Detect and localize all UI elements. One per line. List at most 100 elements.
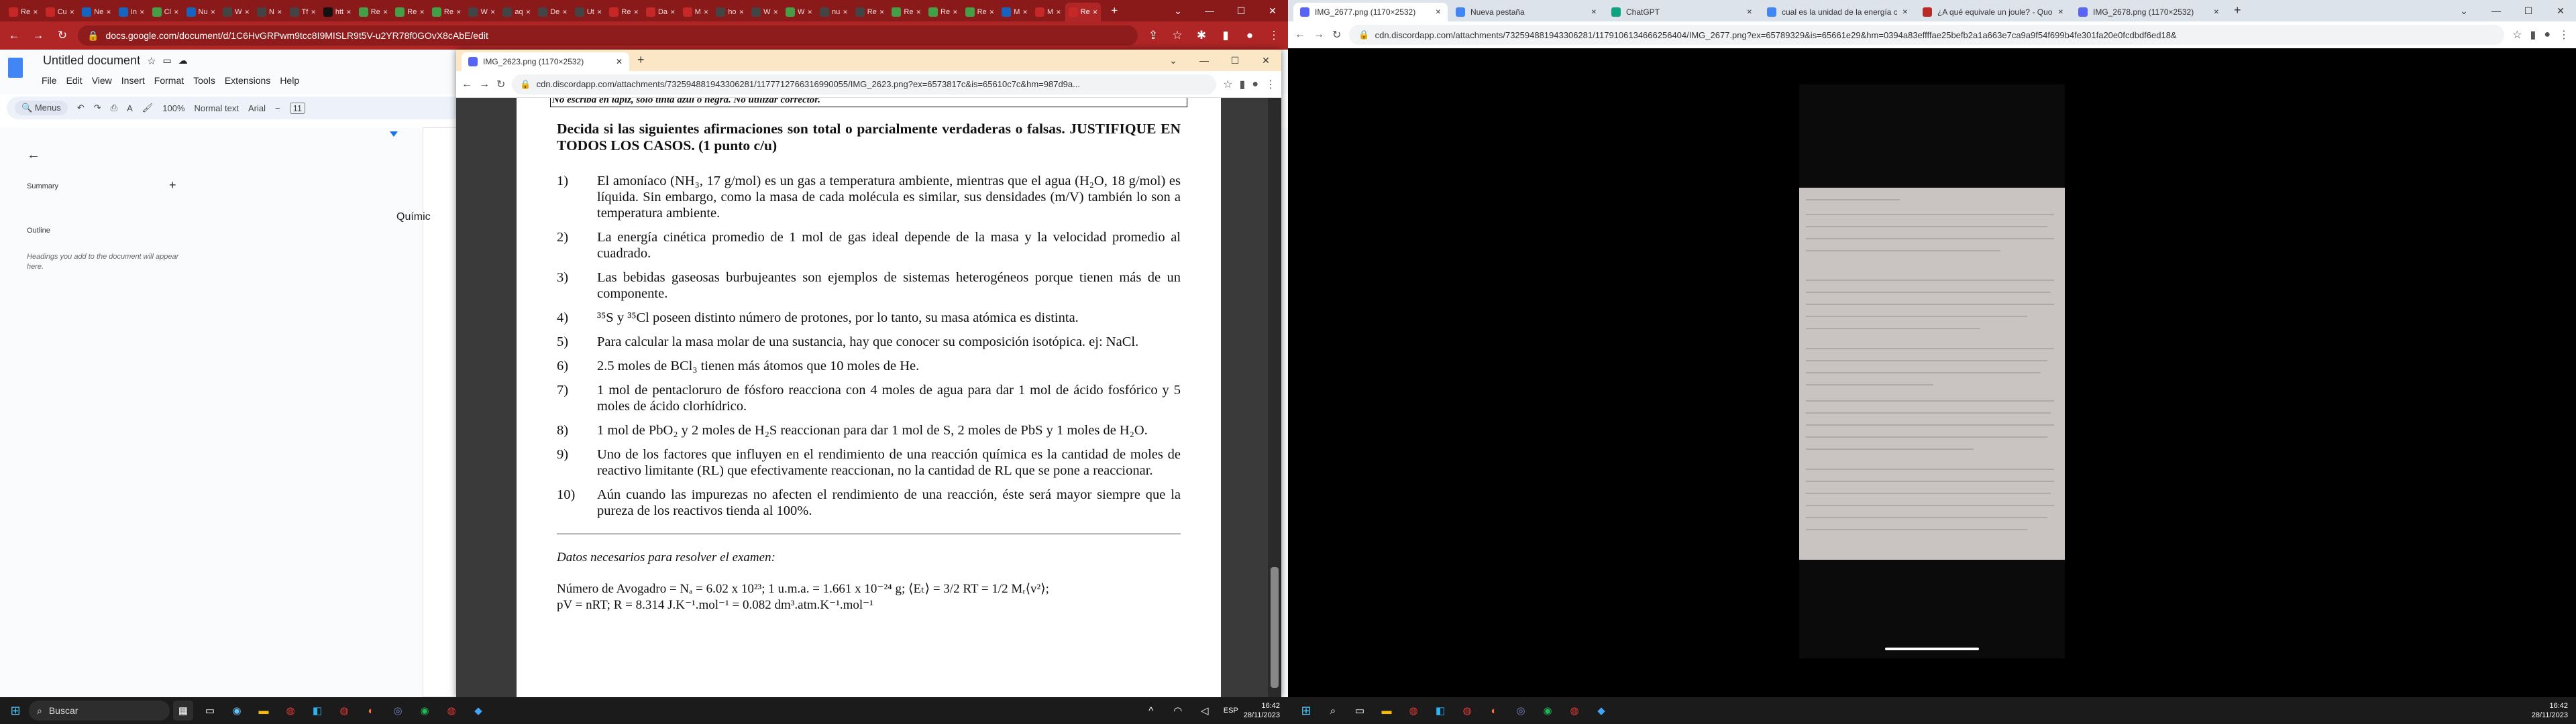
tab-close-icon[interactable]: ✕ xyxy=(807,9,812,16)
viewer-reload-icon[interactable]: ↻ xyxy=(496,78,505,91)
file-explorer-icon[interactable]: ▬ xyxy=(254,701,274,721)
task-view-icon[interactable]: ▭ xyxy=(200,701,220,721)
store-icon[interactable]: ◆ xyxy=(468,701,488,721)
left-tab[interactable]: Cu ✕ xyxy=(42,3,78,21)
right-forward-icon[interactable]: → xyxy=(1313,29,1324,41)
left-tab[interactable]: Da ✕ xyxy=(643,3,679,21)
left-tab[interactable]: Re ✕ xyxy=(888,3,924,21)
tab-close-icon[interactable]: ✕ xyxy=(70,9,75,16)
docs-menu-item[interactable]: Insert xyxy=(121,75,145,86)
left-tab[interactable]: Tf ✕ xyxy=(286,3,319,21)
left-tab[interactable]: Re ✕ xyxy=(852,3,888,21)
right-spotify-icon[interactable]: ◉ xyxy=(1538,701,1558,721)
chrome-icon-3[interactable]: ◍ xyxy=(441,701,462,721)
viewer-sidepanel-icon[interactable]: ▮ xyxy=(1240,78,1246,91)
tab-close-icon[interactable]: ✕ xyxy=(33,9,38,16)
tab-close-icon[interactable]: ✕ xyxy=(490,9,496,16)
left-tab[interactable]: Re ✕ xyxy=(606,3,642,21)
tab-close-icon[interactable]: ✕ xyxy=(670,9,676,16)
right-tab[interactable]: ¿A qué equivale un joule? - Quora ✕ xyxy=(1916,3,2070,21)
undo-icon[interactable]: ↶ xyxy=(77,103,85,113)
chrome-icon-1[interactable]: ◍ xyxy=(280,701,301,721)
zoom-select[interactable]: 100% xyxy=(162,103,184,113)
tab-close-icon[interactable]: ✕ xyxy=(1022,9,1028,16)
viewer-bookmark-icon[interactable]: ☆ xyxy=(1223,78,1232,91)
left-tab[interactable]: Re ✕ xyxy=(925,3,961,21)
left-tab[interactable]: ho ✕ xyxy=(712,3,747,21)
star-icon[interactable]: ☆ xyxy=(147,55,156,67)
right-app-icon[interactable]: ◐ xyxy=(1484,701,1504,721)
left-tab[interactable]: M ✕ xyxy=(1032,3,1065,21)
tab-close-icon[interactable]: ✕ xyxy=(346,9,352,16)
tab-close-icon[interactable]: ✕ xyxy=(311,9,316,16)
sidepanel-icon[interactable]: ▮ xyxy=(1217,29,1234,42)
right-search-icon[interactable]: ⌕ xyxy=(1323,701,1343,721)
tab-search-icon[interactable]: ⌄ xyxy=(1163,0,1193,21)
docs-logo-icon[interactable] xyxy=(8,58,23,78)
left-tab[interactable]: htt ✕ xyxy=(320,3,355,21)
docs-menu-item[interactable]: Edit xyxy=(66,75,83,86)
spotify-icon[interactable]: ◉ xyxy=(415,701,435,721)
right-close-button[interactable]: ✕ xyxy=(2545,0,2576,21)
left-tab[interactable]: Ne ✕ xyxy=(78,3,115,21)
right-vscode-icon[interactable]: ◧ xyxy=(1430,701,1450,721)
minimize-button[interactable]: — xyxy=(1194,0,1225,21)
left-tab[interactable]: M ✕ xyxy=(998,3,1031,21)
font-size-field[interactable]: 11 xyxy=(289,102,306,114)
extensions-icon[interactable]: ✱ xyxy=(1193,29,1210,42)
right-file-explorer-icon[interactable]: ▬ xyxy=(1377,701,1397,721)
left-tab[interactable]: W ✕ xyxy=(219,3,253,21)
right-tab[interactable]: ChatGPT ✕ xyxy=(1605,3,1759,21)
discord-taskbar-icon[interactable]: ◎ xyxy=(388,701,408,721)
viewer-menu-icon[interactable]: ⋮ xyxy=(1265,78,1276,91)
tab-close-icon[interactable]: ✕ xyxy=(106,9,111,16)
left-tab[interactable]: W ✕ xyxy=(748,3,782,21)
right-maximize-button[interactable]: ☐ xyxy=(2513,0,2544,21)
tab-close-icon[interactable]: ✕ xyxy=(1056,9,1061,16)
left-tab[interactable]: Re ✕ xyxy=(962,3,998,21)
new-tab-button[interactable]: + xyxy=(1106,4,1123,17)
viewer-forward-icon[interactable]: → xyxy=(479,78,490,90)
right-avatar[interactable]: ● xyxy=(2544,29,2551,41)
tab-close-icon[interactable]: ✕ xyxy=(383,9,388,16)
tab-close-icon[interactable]: ✕ xyxy=(140,9,145,16)
docs-menu-item[interactable]: View xyxy=(92,75,112,86)
tab-close-icon[interactable]: ✕ xyxy=(739,9,745,16)
docs-menu-item[interactable]: File xyxy=(42,75,57,86)
left-tab[interactable]: Re ✕ xyxy=(356,3,392,21)
widgets-icon[interactable]: ▦ xyxy=(173,701,193,721)
tab-close-icon[interactable]: ✕ xyxy=(704,9,709,16)
right-bookmark-icon[interactable]: ☆ xyxy=(2512,28,2522,42)
style-select[interactable]: Normal text xyxy=(195,103,239,113)
viewer-back-icon[interactable]: ← xyxy=(462,78,472,90)
tab-close-icon[interactable]: ✕ xyxy=(2214,9,2219,16)
docs-menu-item[interactable]: Extensions xyxy=(225,75,270,86)
viewer-close-button[interactable]: ✕ xyxy=(1250,50,1281,71)
left-tab[interactable]: nu ✕ xyxy=(816,3,851,21)
tab-close-icon[interactable]: ✕ xyxy=(1591,9,1597,16)
viewer-tab[interactable]: IMG_2623.png (1170×2532) ✕ xyxy=(462,52,629,71)
docs-menu-item[interactable]: Help xyxy=(280,75,299,86)
right-task-view-icon[interactable]: ▭ xyxy=(1350,701,1370,721)
tray-chevron-icon[interactable]: ^ xyxy=(1141,701,1161,721)
tab-close-icon[interactable]: ✕ xyxy=(989,9,995,16)
volume-icon[interactable]: ◁ xyxy=(1195,701,1215,721)
right-address-bar[interactable]: 🔒 cdn.discordapp.com/attachments/7325948… xyxy=(1349,25,2505,45)
redo-icon[interactable]: ↷ xyxy=(94,103,101,113)
left-tab[interactable]: Ut ✕ xyxy=(572,3,606,21)
tab-close-icon[interactable]: ✕ xyxy=(616,57,623,66)
tab-close-icon[interactable]: ✕ xyxy=(277,9,282,16)
right-minimize-button[interactable]: — xyxy=(2481,0,2512,21)
tab-close-icon[interactable]: ✕ xyxy=(211,9,216,16)
doc-title[interactable]: Untitled document xyxy=(43,54,140,68)
left-tab[interactable]: aq ✕ xyxy=(499,3,534,21)
taskbar-search[interactable]: ⌕ Buscar xyxy=(29,701,170,721)
viewer-address-bar[interactable]: 🔒 cdn.discordapp.com/attachments/7325948… xyxy=(512,74,1217,95)
tab-close-icon[interactable]: ✕ xyxy=(1436,9,1441,16)
avatar[interactable]: ● xyxy=(1241,29,1258,42)
right-tab[interactable]: IMG_2678.png (1170×2532) ✕ xyxy=(2072,3,2226,21)
language-indicator[interactable]: ESP xyxy=(1224,707,1238,715)
spellcheck-icon[interactable]: A xyxy=(127,103,133,113)
left-tab[interactable]: Cl ✕ xyxy=(149,3,182,21)
left-tab[interactable]: Re ✕ xyxy=(429,3,465,21)
